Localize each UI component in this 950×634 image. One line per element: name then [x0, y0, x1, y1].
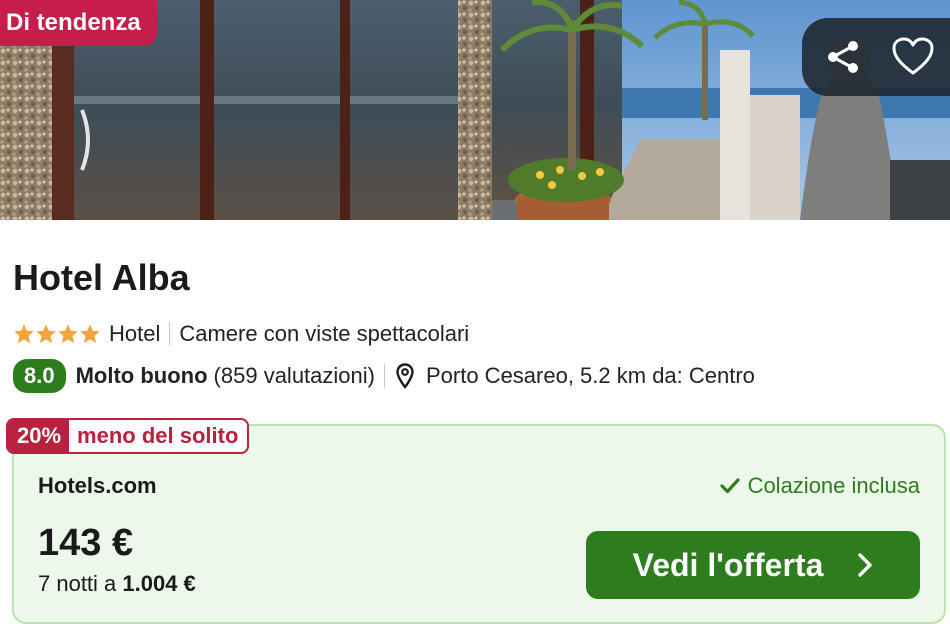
chevron-right-icon: [857, 552, 873, 578]
rating-label: Molto buono: [75, 363, 208, 388]
review-count[interactable]: (859 valutazioni): [214, 363, 375, 389]
star-icon: [14, 324, 34, 343]
nightly-price: 143 €: [38, 522, 134, 564]
view-offer-label: Vedi l'offerta: [632, 546, 824, 583]
rating-row: 8.0 Molto buono (859 valutazioni) Porto …: [13, 358, 755, 394]
discount-badge: 20% meno del solito: [6, 418, 250, 454]
checkmark-icon: [719, 478, 740, 494]
hotel-photo[interactable]: Di tendenza: [0, 0, 950, 220]
star-icon: [58, 324, 78, 343]
nights-label: 7 notti a: [38, 571, 123, 596]
breakfast-included: Colazione inclusa: [719, 473, 920, 499]
hero-action-bar: [802, 18, 950, 96]
share-icon: [823, 37, 863, 77]
total-price-line: 7 notti a 1.004 €: [38, 571, 196, 597]
rating-score-badge: 8.0: [13, 359, 66, 393]
hotel-type: Hotel: [109, 321, 161, 346]
share-button[interactable]: [820, 34, 866, 80]
heart-icon: [892, 37, 934, 77]
discount-percent: 20%: [8, 420, 70, 452]
view-offer-button[interactable]: Vedi l'offerta: [586, 531, 920, 599]
total-price: 1.004 €: [122, 571, 196, 596]
hotel-name[interactable]: Hotel Alba: [13, 257, 190, 299]
hotel-meta-row: Hotel Camere con viste spettacolari: [13, 319, 469, 349]
star-rating: [13, 323, 101, 345]
hotel-location[interactable]: Porto Cesareo, 5.2 km da: Centro: [426, 363, 755, 389]
discount-label: meno del solito: [77, 423, 239, 448]
star-icon: [36, 324, 56, 343]
star-icon: [80, 324, 100, 343]
favorite-button[interactable]: [890, 34, 936, 80]
divider: [169, 322, 171, 346]
divider: [383, 364, 385, 388]
provider-name: Hotels.com: [38, 473, 157, 498]
location-pin-icon: [396, 363, 414, 389]
breakfast-included-label: Colazione inclusa: [747, 473, 920, 498]
trending-badge: Di tendenza: [0, 0, 157, 46]
hotel-feature: Camere con viste spettacolari: [179, 321, 470, 346]
